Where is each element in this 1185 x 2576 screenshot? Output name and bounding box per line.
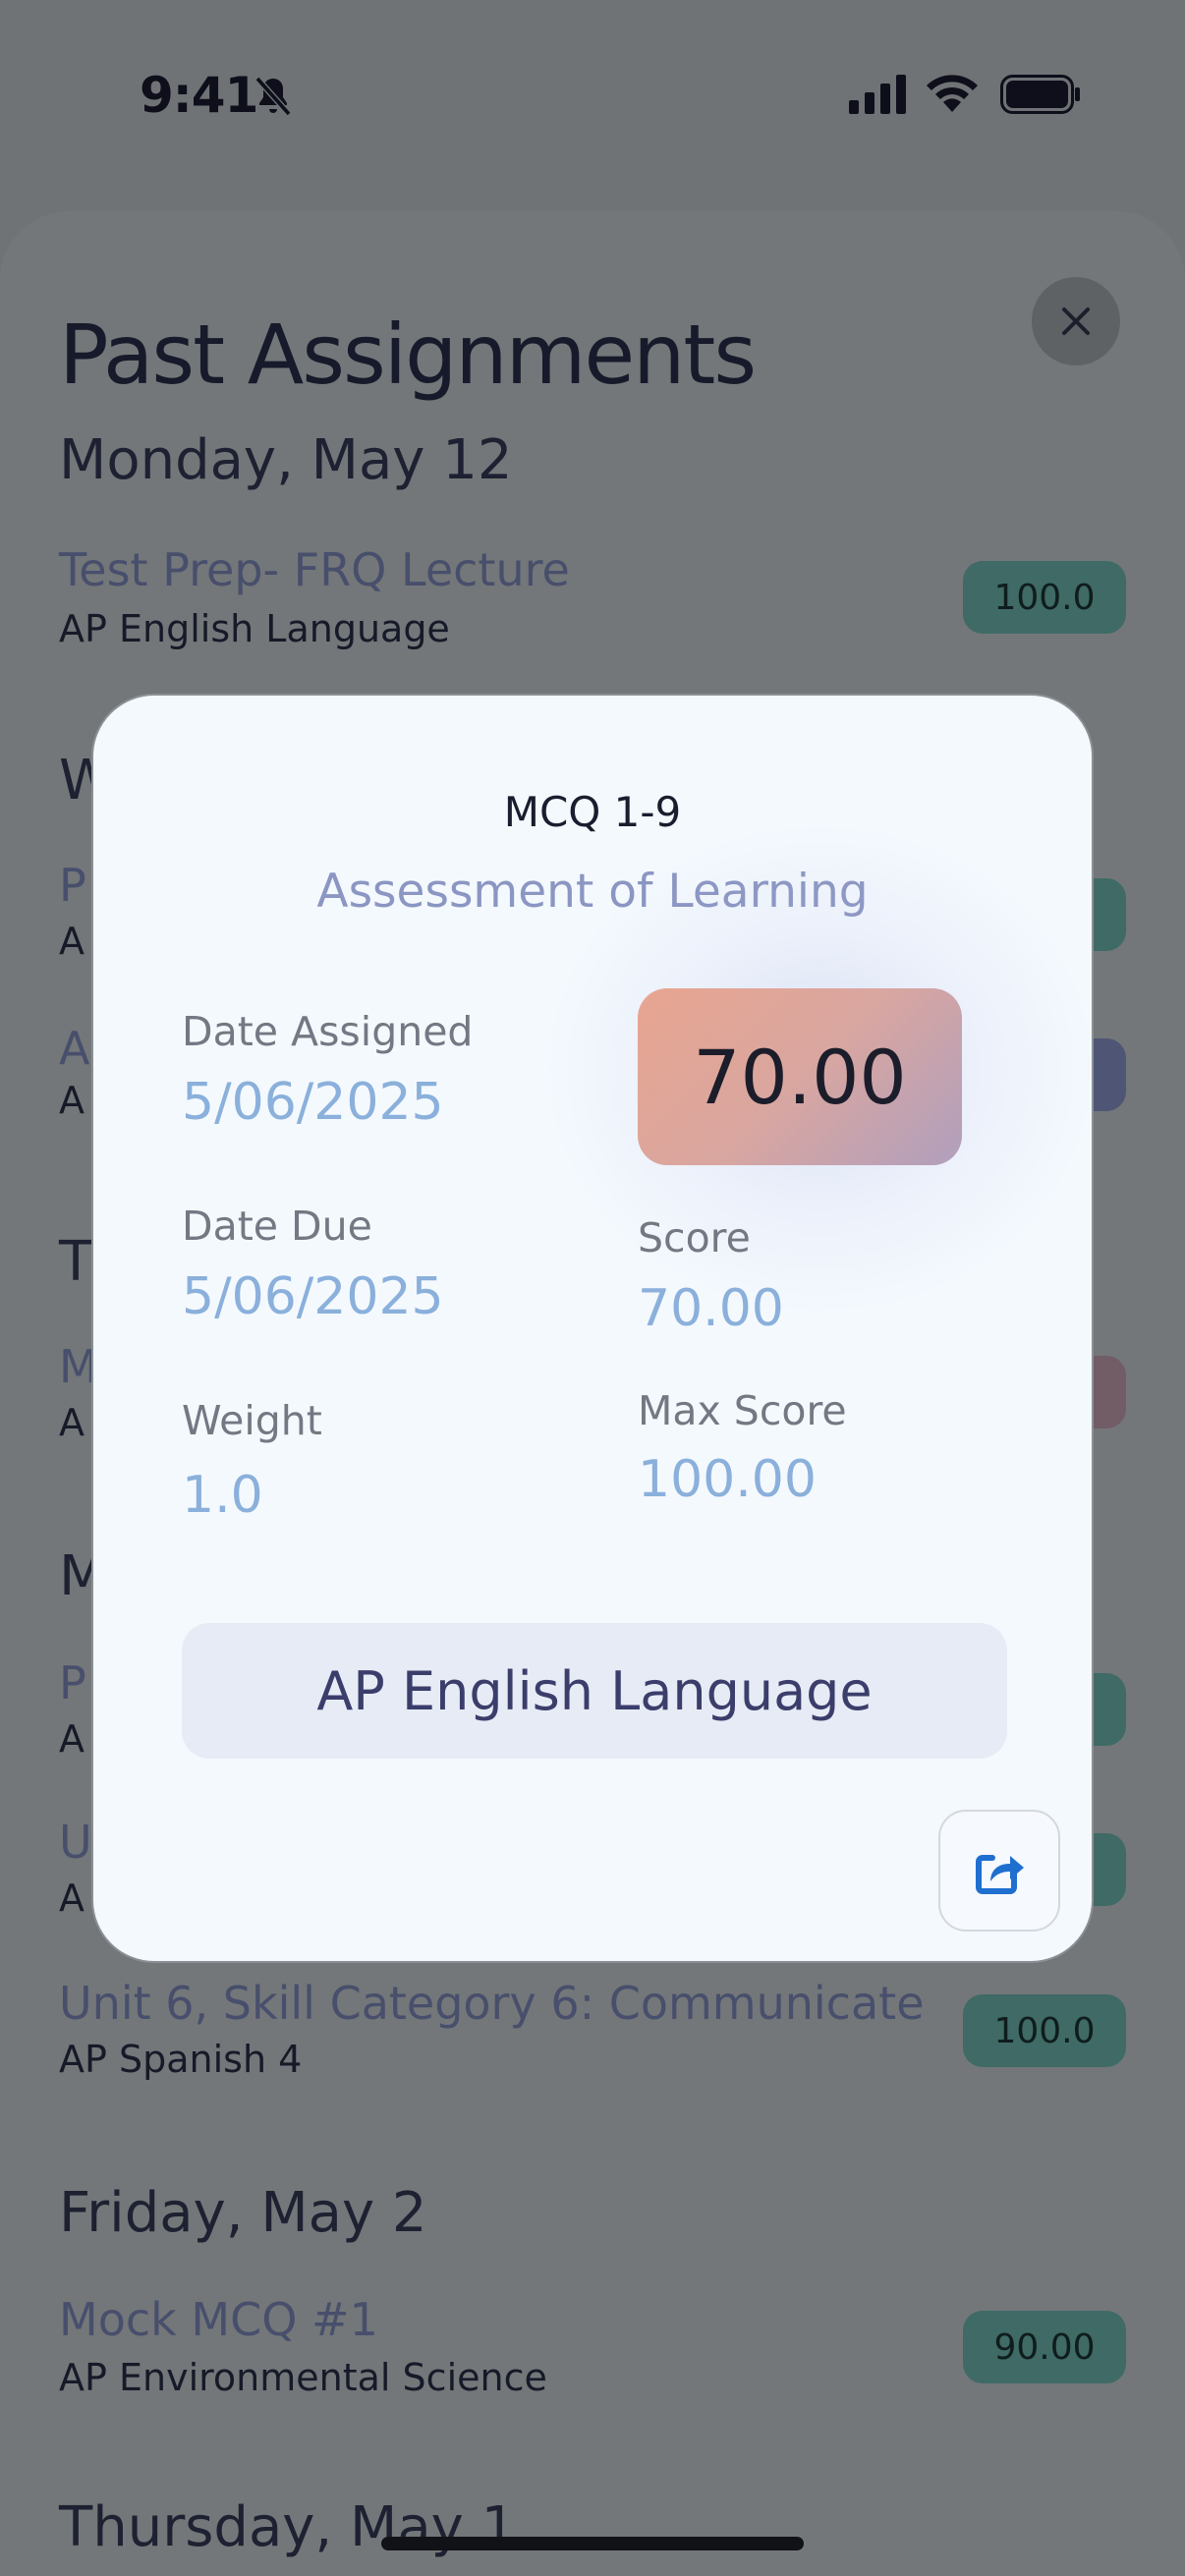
status-time: 9:41 xyxy=(140,67,258,124)
assignment-course-partial: A xyxy=(59,1876,85,1920)
assignment-title-partial[interactable]: A xyxy=(59,1022,89,1075)
home-indicator xyxy=(381,2537,804,2550)
assignment-course: AP Environmental Science xyxy=(59,2356,547,2399)
max-score-label: Max Score xyxy=(638,1387,847,1434)
assignment-course: AP Spanish 4 xyxy=(59,2038,303,2081)
weight-value: 1.0 xyxy=(182,1466,263,1525)
score-badge: 100.0 xyxy=(963,1994,1126,2067)
assignment-course-partial: A xyxy=(59,1079,85,1122)
score-badge: 100.0 xyxy=(963,561,1126,634)
assignment-title-partial[interactable]: U xyxy=(59,1816,92,1869)
assignment-course-partial: A xyxy=(59,1717,85,1761)
assignment-course: AP English Language xyxy=(59,607,450,650)
assignment-detail-modal: MCQ 1-9 Assessment of Learning Date Assi… xyxy=(91,694,1096,1963)
page-title: Past Assignments xyxy=(59,307,757,403)
date-assigned-label: Date Assigned xyxy=(182,1008,474,1055)
course-pill[interactable]: AP English Language xyxy=(182,1623,1007,1759)
date-due-label: Date Due xyxy=(182,1203,372,1250)
wifi-icon xyxy=(924,69,981,118)
close-icon xyxy=(1062,308,1090,335)
assignment-course-partial: A xyxy=(59,920,85,963)
battery-icon xyxy=(1000,75,1081,118)
score-value: 70.00 xyxy=(638,1279,784,1338)
date-due-value: 5/06/2025 xyxy=(182,1267,444,1326)
assignment-title[interactable]: Test Prep- FRQ Lecture xyxy=(59,543,570,596)
close-button[interactable] xyxy=(1032,277,1120,365)
date-assigned-value: 5/06/2025 xyxy=(182,1073,444,1132)
status-bar: 9:41 xyxy=(0,0,1185,196)
score-tile: 70.00 xyxy=(638,988,962,1165)
assignment-course-partial: A xyxy=(59,1401,85,1444)
assignment-title[interactable]: Mock MCQ #1 xyxy=(59,2293,378,2346)
cellular-signal-icon xyxy=(849,75,908,118)
score-label: Score xyxy=(638,1214,751,1261)
day-header-partial: T xyxy=(59,1230,93,1294)
share-icon xyxy=(976,1855,1024,1894)
day-header: Monday, May 12 xyxy=(59,428,513,492)
day-header: Friday, May 2 xyxy=(59,2181,427,2245)
bell-muted-icon xyxy=(250,73,297,124)
max-score-value: 100.00 xyxy=(638,1450,817,1509)
share-button[interactable] xyxy=(938,1810,1060,1932)
weight-label: Weight xyxy=(182,1397,322,1444)
assignment-title-partial[interactable]: P xyxy=(59,859,86,912)
assignment-title-partial[interactable]: P xyxy=(59,1656,86,1709)
assignment-title[interactable]: Unit 6, Skill Category 6: Communicate xyxy=(59,1977,925,2030)
assignment-title: MCQ 1-9 xyxy=(503,788,682,836)
score-badge: 90.00 xyxy=(963,2311,1126,2383)
